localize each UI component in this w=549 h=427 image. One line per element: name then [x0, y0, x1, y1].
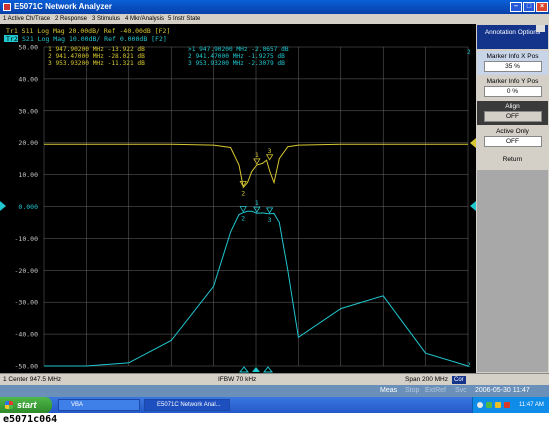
ref-level-arrow-left[interactable]	[0, 201, 6, 211]
active-only-value: OFF	[483, 136, 542, 147]
panel-close-icon[interactable]	[536, 25, 545, 32]
stim-marker-3-icon	[262, 366, 274, 373]
marker-info-x-pos-value[interactable]: 35 %	[483, 61, 542, 72]
y-axis-tick-label: -20.00	[15, 267, 39, 275]
y-axis-tick-label: -30.00	[15, 299, 39, 307]
softkey-label: Active Only	[496, 128, 529, 135]
window-title: E5071C Network Analyzer	[14, 2, 112, 11]
close-icon[interactable]: ×	[536, 2, 548, 12]
menu-active-ch-trace[interactable]: 1 Active Ch/Trace	[3, 14, 50, 24]
menu-stimulus[interactable]: 3 Stimulus	[92, 14, 120, 24]
tray-icon[interactable]	[495, 402, 501, 408]
trace-plot: 50.00 40.00 30.00 20.00 10.00 0.000 -10.00 -20.…	[0, 27, 476, 373]
marker-label: 2	[241, 189, 245, 197]
softkey-label: Marker Info Y Pos	[486, 78, 539, 85]
taskbar-item-network-analyzer[interactable]: E5071C Network Anal...	[144, 399, 230, 411]
marker-label: 1	[255, 151, 259, 159]
tray-icon[interactable]	[486, 402, 492, 408]
s21-marker-row: >1 947.90200 MHz -2.0657 dB	[188, 46, 289, 53]
y-axis-tick-label: 20.00	[18, 139, 38, 147]
menu-instr-state[interactable]: 5 Instr State	[168, 14, 200, 24]
trace1-header: Tr1 S11 Log Mag 20.00dB/ Ref -40.00dB [F…	[6, 27, 170, 35]
align-value: OFF	[483, 111, 542, 122]
trace2-id: Tr2	[6, 35, 18, 43]
softkey-label: Marker Info X Pos	[486, 53, 539, 60]
softkey-panel: Annotation Options Marker Info X Pos 35 …	[476, 24, 549, 373]
menu-response[interactable]: 2 Response	[55, 14, 87, 24]
marker-info-y-pos-value[interactable]: 0 %	[483, 86, 542, 97]
y-axis-tick-label: -10.00	[15, 235, 39, 243]
measurement-state-strip: Meas Stop ExtRef Svc 2006-05-30 11:47	[0, 385, 549, 397]
softkey-label: Align	[505, 103, 520, 110]
menu-bar: 1 Active Ch/Trace 2 Response 3 Stimulus …	[0, 14, 549, 24]
softkey-align[interactable]: Align OFF	[477, 101, 548, 125]
marker-label: 3	[268, 216, 272, 224]
caption-text: e5071c064	[3, 414, 58, 425]
extref-indicator: ExtRef	[425, 387, 447, 394]
taskbar-item-label: E5071C Network Anal...	[157, 402, 221, 408]
stim-marker-2-icon	[238, 366, 250, 373]
softkey-blank-area	[477, 170, 548, 372]
taskbar-item-vba[interactable]: VBA	[58, 399, 140, 411]
tray-clock: 11:47 AM	[519, 402, 544, 408]
softkey-active-only[interactable]: Active Only OFF	[477, 126, 548, 150]
stim-marker-1-icon	[252, 367, 260, 372]
marker-label: 2	[241, 215, 245, 223]
meas-indicator: Meas	[380, 387, 398, 394]
y-axis-tick-label: 50.00	[18, 44, 38, 52]
softkey-marker-info-x-pos[interactable]: Marker Info X Pos 35 %	[477, 51, 548, 75]
tray-icon[interactable]	[477, 402, 483, 408]
stop-indicator: Stop	[405, 387, 420, 394]
y-axis-tick-label: 10.00	[18, 171, 38, 179]
y-axis-tick-label: 40.00	[18, 75, 38, 83]
start-label: start	[17, 400, 37, 410]
s21-marker-row: 2 941.47000 MHz -1.9275 dB	[188, 53, 285, 60]
tray-icon[interactable]	[504, 402, 510, 408]
marker-icon[interactable]	[265, 154, 274, 161]
minimize-icon[interactable]: –	[510, 2, 522, 12]
system-tray: 11:47 AM	[472, 397, 549, 413]
taskbar-item-label: VBA	[71, 402, 84, 408]
start-button[interactable]: start	[0, 397, 52, 413]
y-axis-tick-label: 30.00	[18, 107, 38, 115]
y-axis-tick-label: -50.00	[15, 363, 39, 371]
marker-icon[interactable]	[239, 206, 247, 213]
figure-caption: e5071c064	[0, 413, 549, 427]
correction-badge: Cor	[452, 376, 466, 384]
marker-label: 3	[268, 147, 272, 155]
s21-marker-row: 3 953.93200 MHz -2.3079 dB	[188, 60, 285, 67]
softkey-return[interactable]: Return	[477, 151, 548, 169]
y-axis-tick-label: -40.00	[15, 331, 39, 339]
datetime: 2006-05-30 11:47	[475, 387, 530, 394]
windows-logo-icon	[5, 401, 13, 409]
marker-icon[interactable]	[253, 158, 261, 165]
svc-indicator: Svc	[455, 387, 467, 394]
trace2-header: S21 Log Mag 10.00dB/ Ref 0.000dB [F2]	[22, 35, 167, 43]
measurement-display[interactable]: 50.00 40.00 30.00 20.00 10.00 0.000 -10.00 -20.…	[0, 24, 476, 373]
marker-icon[interactable]	[265, 207, 274, 214]
marker-label: 1	[255, 199, 259, 207]
app-icon	[3, 3, 11, 11]
softkey-marker-info-y-pos[interactable]: Marker Info Y Pos 0 %	[477, 76, 548, 100]
marker-icon[interactable]	[253, 206, 261, 213]
right-scale-top: 2	[467, 49, 471, 56]
maximize-icon[interactable]: □	[523, 2, 535, 12]
right-scale-bottom: 2	[467, 362, 471, 369]
s11-marker-row: 1 947.90200 MHz -13.922 dB	[48, 46, 145, 53]
s11-marker-row: 2 941.47000 MHz -28.021 dB	[48, 53, 145, 60]
y-axis-tick-label: 0.000	[18, 203, 38, 211]
menu-mkr-analysis[interactable]: 4 Mkr/Analysis	[125, 14, 164, 24]
window-titlebar: E5071C Network Analyzer – □ ×	[0, 0, 549, 14]
s11-marker-row: 3 953.93200 MHz -11.321 dB	[48, 60, 145, 67]
